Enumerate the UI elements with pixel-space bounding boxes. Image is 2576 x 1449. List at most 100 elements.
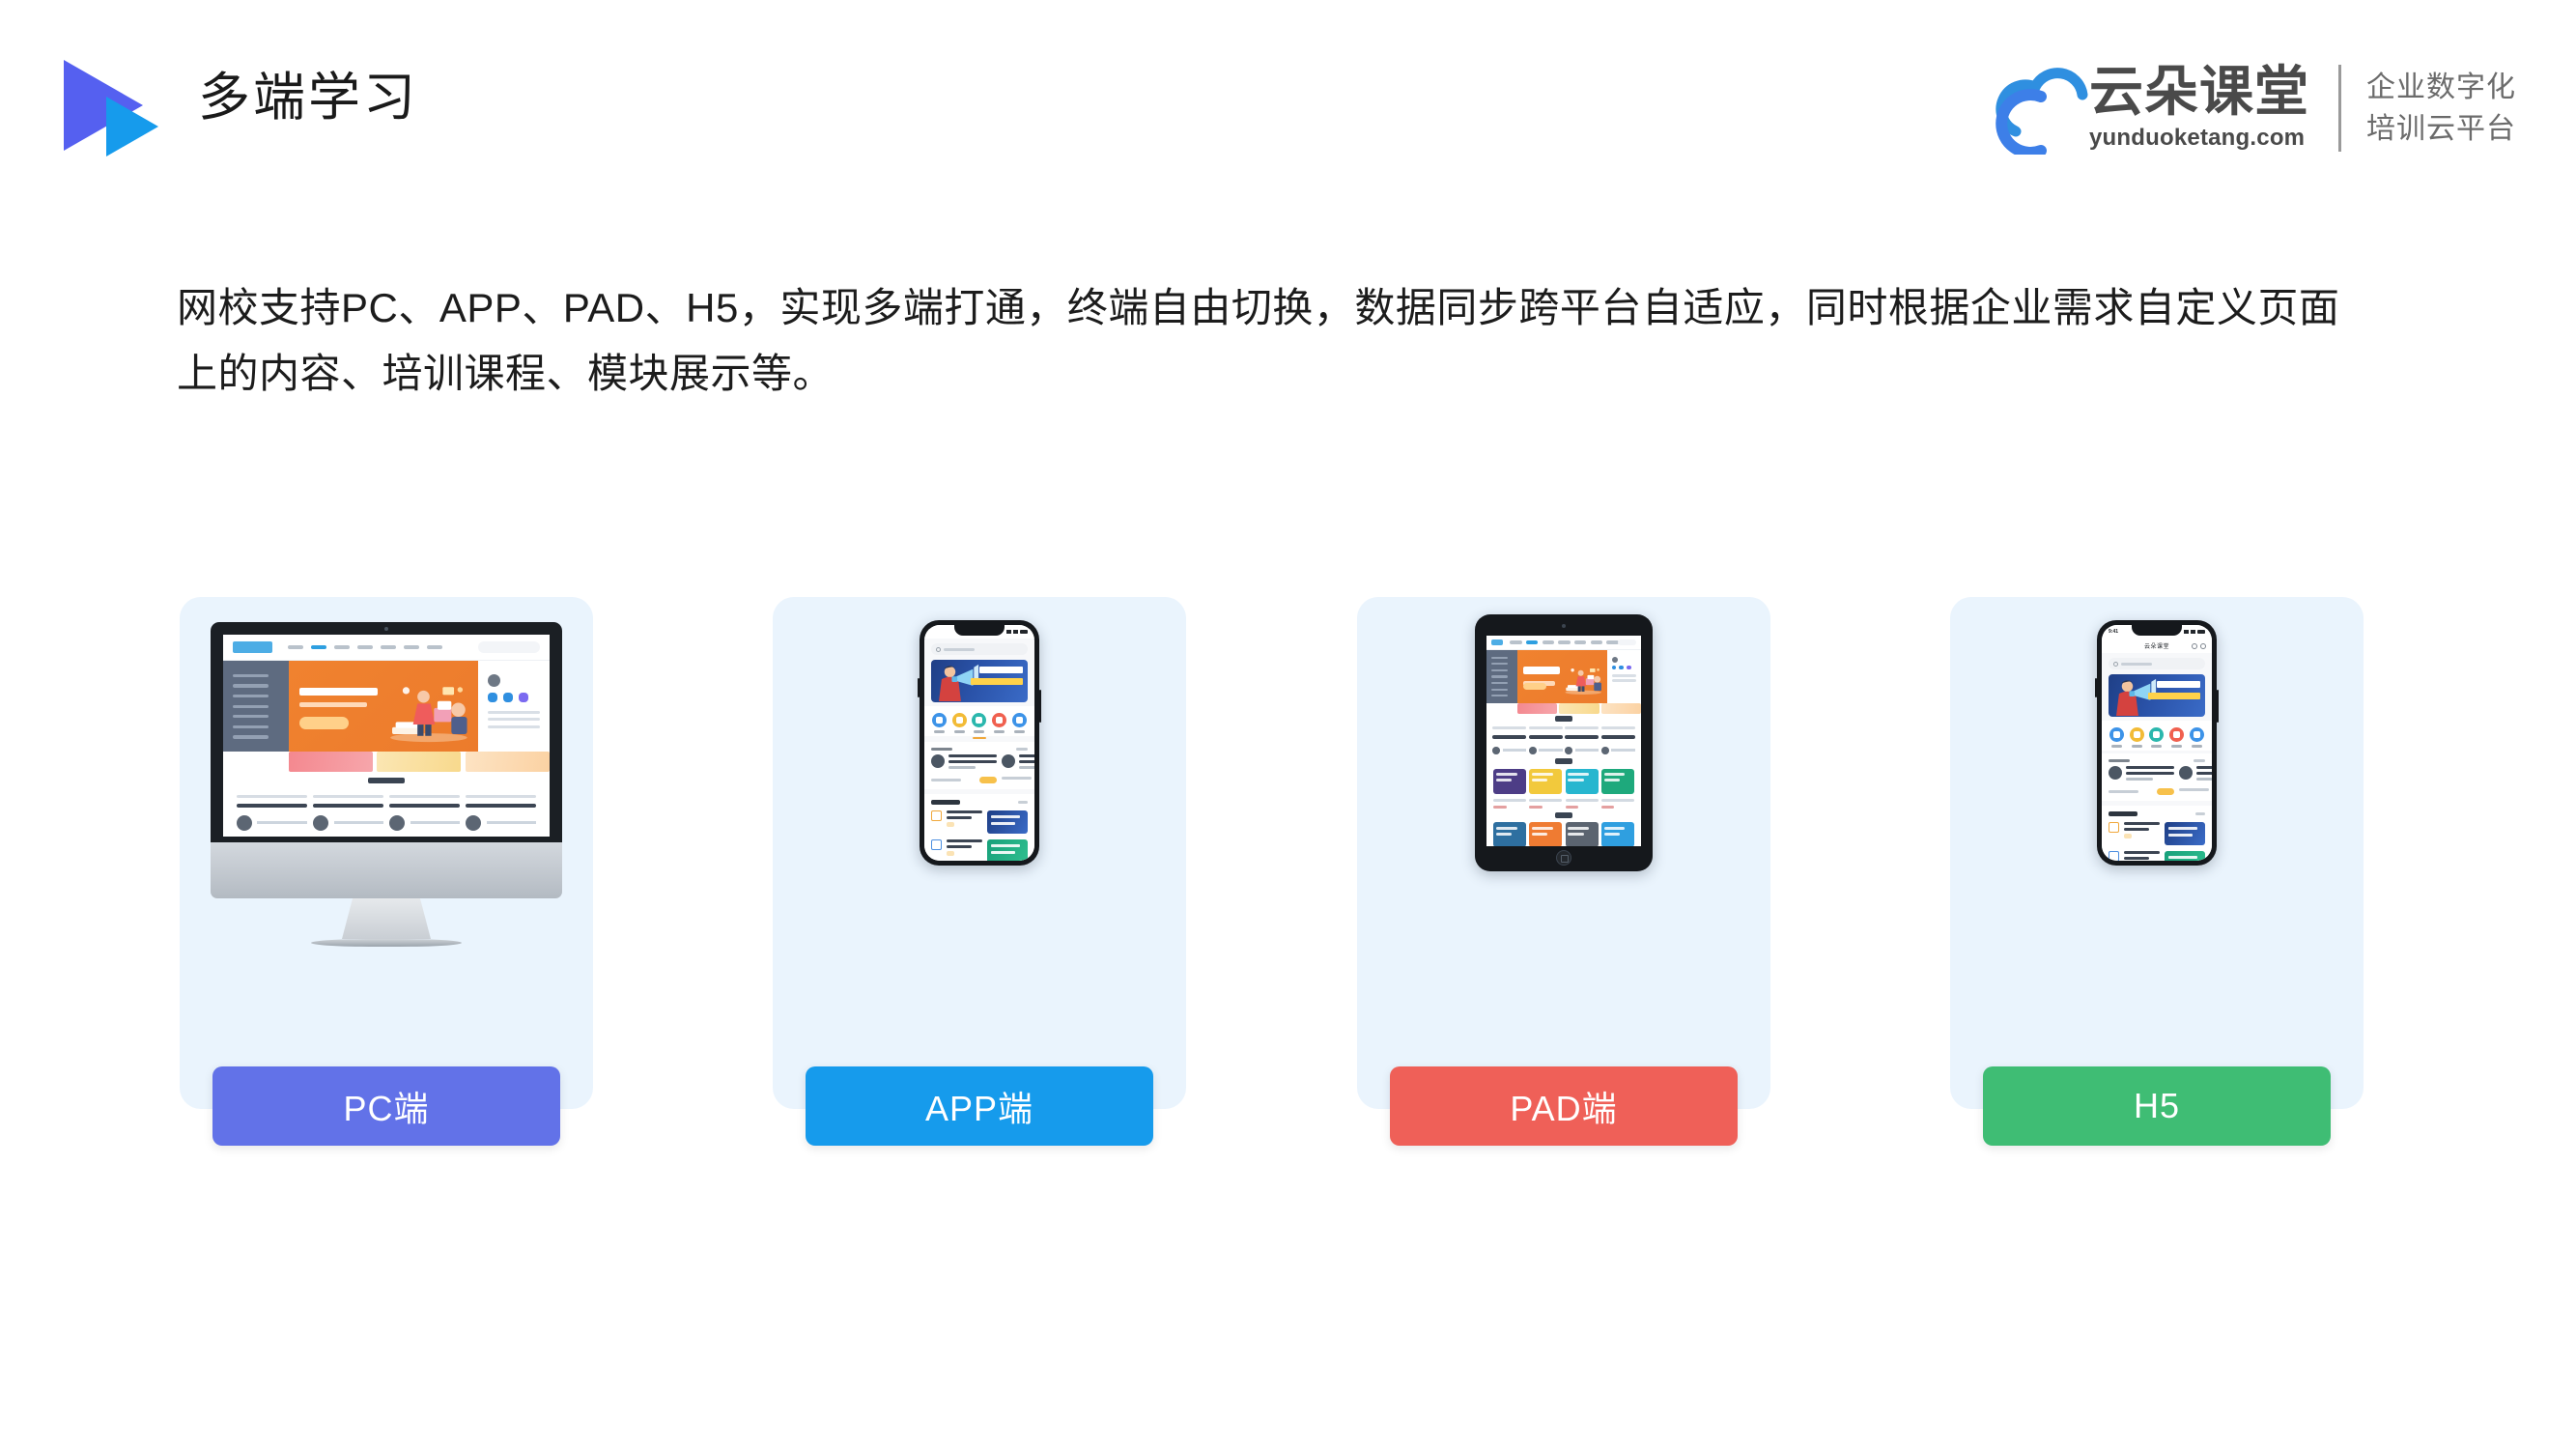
- smartphone-icon: 9:41 云朵课堂: [2095, 620, 2219, 866]
- site-course-card: [236, 794, 307, 832]
- device-label-button-app[interactable]: APP端: [806, 1066, 1153, 1146]
- slide-root: 多端学习 云朵课堂 yunduoketang.com 企业数字化 培训云平台 网…: [0, 0, 2576, 1449]
- site-section-title: [1486, 714, 1641, 724]
- phone-title-actions[interactable]: [2192, 642, 2206, 649]
- phone-recommend-item[interactable]: [931, 810, 1028, 834]
- phone-course-card[interactable]: [931, 754, 997, 783]
- live-icon: [992, 713, 1007, 727]
- site-tile-row: [1486, 821, 1641, 846]
- site-tile: [1600, 768, 1634, 809]
- site-promo-banners: [1486, 702, 1641, 714]
- site-search-box: [478, 641, 540, 653]
- site-hero-banner: [288, 661, 478, 753]
- phone-section-header-open: [2102, 753, 2212, 766]
- more-icon[interactable]: [2192, 642, 2197, 649]
- phone-status-time: 9:41: [2109, 629, 2119, 635]
- app-device-mock: [773, 597, 1186, 1032]
- site-promo-banners: [223, 752, 550, 773]
- site-right-panel: [1606, 650, 1641, 703]
- phone-section-header-open: [924, 741, 1034, 754]
- intro-paragraph: 网校支持PC、APP、PAD、H5，实现多端打通，终端自由切换，数据同步跨平台自…: [177, 275, 2427, 407]
- phone-section-header-recommend: [931, 800, 1028, 805]
- imac-chin: [211, 842, 562, 898]
- phone-search-bar[interactable]: [931, 643, 1028, 655]
- device-card-h5[interactable]: 9:41 云朵课堂 H5: [1950, 597, 2364, 1146]
- material-icon: [2190, 727, 2205, 742]
- phone-notch: [954, 625, 1005, 636]
- course-avatar: [2179, 766, 2193, 780]
- tablet-screen-content: [1486, 636, 1641, 846]
- device-label-button-h5[interactable]: H5: [1983, 1066, 2331, 1146]
- pad-device-mock: [1357, 597, 1770, 1032]
- site-navbar: [1486, 636, 1641, 651]
- category-item-material[interactable]: [1012, 713, 1028, 733]
- category-item-course[interactable]: [931, 713, 947, 733]
- imac-screen-content: [223, 635, 550, 837]
- h5-device-mock: 9:41 云朵课堂: [1950, 597, 2364, 1032]
- package-icon: [951, 713, 967, 727]
- imac-stand-neck: [342, 898, 431, 939]
- phone-recommend-item[interactable]: [2109, 822, 2205, 845]
- category-item-live[interactable]: [992, 713, 1007, 733]
- phone-hero-banner[interactable]: [2109, 674, 2205, 717]
- tile-thumb: [1529, 768, 1563, 794]
- imac-screen-bezel: [211, 622, 562, 842]
- phone-title-bar: 云朵课堂: [2102, 639, 2212, 653]
- site-logo-icon: [233, 641, 273, 653]
- category-item-live[interactable]: [2169, 727, 2185, 748]
- course-avatar: [2109, 766, 2122, 780]
- site-sidebar: [1486, 650, 1517, 703]
- site-tile: [1493, 822, 1527, 846]
- device-card-pad[interactable]: PAD端: [1357, 597, 1770, 1146]
- banner-text: [971, 667, 1023, 685]
- clock-icon: [931, 810, 942, 821]
- phone-course-card[interactable]: [2179, 766, 2212, 795]
- recommend-thumbnail: [2165, 851, 2205, 861]
- target-icon[interactable]: [2200, 642, 2206, 649]
- banner-text: [2148, 681, 2200, 699]
- brand-tagline-line1: 企业数字化: [2366, 71, 2516, 103]
- device-label-button-pc[interactable]: PC端: [212, 1066, 560, 1146]
- device-card-pc[interactable]: PC端: [180, 597, 593, 1146]
- site-tile-row: [1486, 767, 1641, 810]
- brand-lockup: 云朵课堂 yunduoketang.com 企业数字化 培训云平台: [1991, 50, 2516, 166]
- site-quick-icons: [1611, 665, 1637, 670]
- phone-course-row: [2102, 766, 2212, 801]
- phone-hero-banner[interactable]: [931, 660, 1028, 702]
- site-tile: [1565, 822, 1599, 846]
- phone-recommend-item[interactable]: [2109, 851, 2205, 861]
- cloud-logo-icon: [1991, 62, 2105, 155]
- site-course-list: [223, 790, 550, 836]
- imac-camera-icon: [384, 627, 388, 631]
- category-item-material[interactable]: [2190, 727, 2205, 748]
- site-section-title: [1486, 756, 1641, 767]
- category-item-package[interactable]: [951, 713, 967, 733]
- device-label-button-pad[interactable]: PAD端: [1390, 1066, 1738, 1146]
- phone-course-card[interactable]: [1002, 754, 1034, 783]
- site-section-title: [1486, 810, 1641, 821]
- category-item-course[interactable]: [2109, 727, 2124, 748]
- category-item-package[interactable]: [2129, 727, 2144, 748]
- site-avatar: [1611, 656, 1618, 663]
- star-icon: [2149, 727, 2165, 742]
- device-card-app[interactable]: APP端: [773, 597, 1186, 1146]
- phone-status-icons: [1006, 630, 1028, 634]
- phone-course-card[interactable]: [2109, 766, 2174, 795]
- device-cards: PC端 APP端 PAD端 9:41 云朵课堂 H5: [0, 597, 2576, 1146]
- site-tile: [1529, 822, 1563, 846]
- material-icon: [1012, 713, 1028, 727]
- phone-status-icons: [2184, 630, 2205, 634]
- clock-icon: [2109, 822, 2119, 833]
- phone-search-bar[interactable]: [2109, 658, 2205, 669]
- tablet-home-button[interactable]: [1556, 850, 1571, 866]
- course-action-badge: [2157, 788, 2174, 795]
- imac-stand-base: [311, 939, 462, 947]
- site-course-card: [312, 794, 383, 832]
- category-item-star[interactable]: [972, 713, 987, 733]
- intro-line-2: 上的内容、培训课程、模块展示等。: [177, 351, 835, 397]
- book-icon: [2109, 851, 2119, 861]
- brand-name-en: yunduoketang.com: [2089, 124, 2306, 151]
- category-item-star[interactable]: [2149, 727, 2165, 748]
- phone-title-text: 云朵课堂: [2143, 644, 2169, 650]
- phone-recommend-item[interactable]: [931, 839, 1028, 861]
